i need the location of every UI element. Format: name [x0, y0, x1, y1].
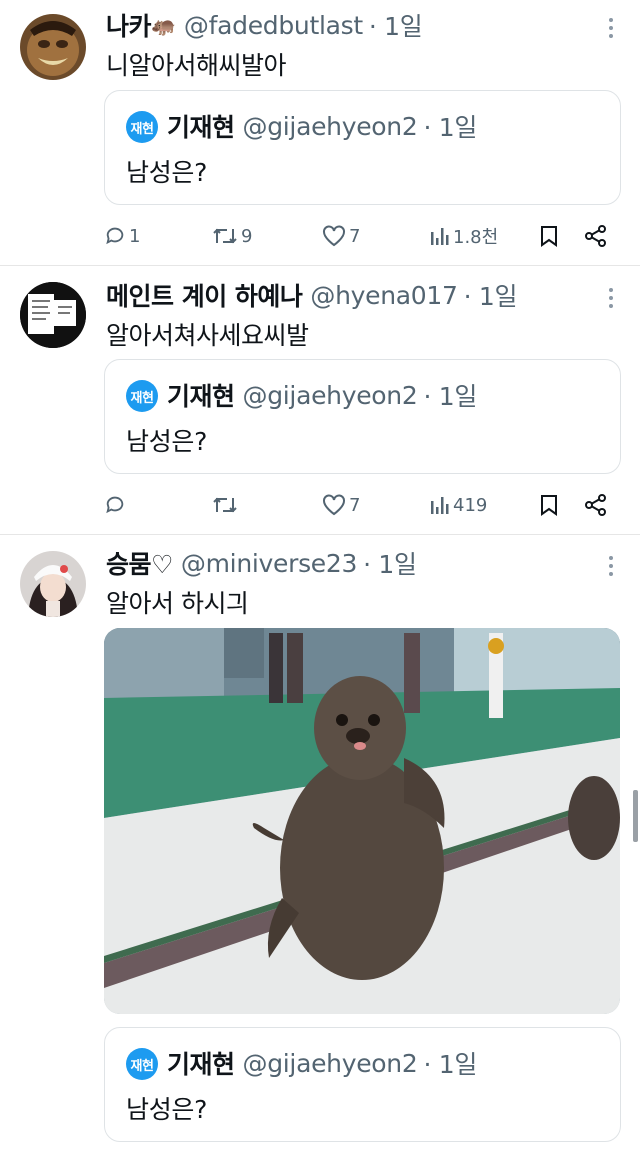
tweet-header: 메인트 계이 하예나 @hyena017 · 1일: [106, 277, 518, 313]
action-bar: 7 419: [104, 490, 614, 520]
action-bar: 1 9 7 1.8천: [104, 221, 614, 251]
quote-timestamp: · 1일: [423, 1050, 478, 1079]
share-button[interactable]: [584, 490, 608, 520]
timestamp[interactable]: · 1일: [363, 545, 417, 581]
seal-photo: [104, 628, 620, 1014]
reply-icon: [106, 496, 124, 514]
quote-timestamp: · 1일: [423, 382, 478, 411]
quote-text: 남성은?: [126, 158, 208, 187]
bookmark-button[interactable]: [540, 221, 558, 251]
avatar[interactable]: [20, 551, 86, 617]
quote-text: 남성은?: [126, 427, 208, 456]
views-button[interactable]: 419: [430, 490, 487, 520]
retweet-count: 9: [241, 225, 253, 247]
quote-handle: @gijaehyeon2: [242, 380, 418, 410]
bookmark-icon: [541, 495, 557, 516]
display-name[interactable]: 나카: [106, 7, 152, 43]
quote-tweet[interactable]: 재현 기재현 @gijaehyeon2 · 1일 남성은?: [104, 359, 621, 474]
quote-display-name: 기재현: [167, 1050, 235, 1079]
reply-count: 1: [129, 225, 141, 247]
tweet-header: 승뭄♡ @miniverse23 · 1일: [106, 546, 417, 580]
display-name[interactable]: 승뭄♡: [106, 545, 173, 581]
quote-display-name: 기재현: [167, 382, 235, 411]
user-handle[interactable]: @hyena017: [310, 281, 458, 310]
timestamp[interactable]: · 1일: [369, 7, 423, 43]
avatar[interactable]: [20, 282, 86, 348]
views-count: 419: [453, 494, 488, 516]
retweet-button[interactable]: 9: [212, 221, 252, 251]
quote-display-name: 기재현: [167, 113, 235, 142]
user-handle[interactable]: @miniverse23: [181, 549, 357, 578]
quote-handle: @gijaehyeon2: [242, 1048, 418, 1078]
share-button[interactable]: [584, 221, 608, 251]
tweet-2[interactable]: 메인트 계이 하예나 @hyena017 · 1일 알아서쳐사세요씨발 재현 기…: [0, 266, 640, 534]
quote-avatar: 재현: [126, 380, 158, 412]
views-count: 1.8천: [453, 227, 499, 248]
views-icon: [431, 497, 449, 514]
quote-handle: @gijaehyeon2: [242, 111, 418, 141]
views-icon: [431, 228, 449, 245]
retweet-icon: [213, 497, 237, 513]
quote-tweet[interactable]: 재현 기재현 @gijaehyeon2 · 1일 남성은?: [104, 90, 621, 205]
scrollbar[interactable]: [633, 790, 638, 842]
like-count: 7: [349, 225, 361, 247]
heart-icon: [323, 225, 345, 247]
timestamp[interactable]: · 1일: [464, 277, 518, 313]
more-icon[interactable]: [608, 18, 614, 38]
reply-button[interactable]: [104, 490, 129, 520]
like-button[interactable]: 7: [322, 221, 360, 251]
user-handle[interactable]: @fadedbutlast: [184, 11, 363, 40]
reply-icon: [106, 227, 124, 245]
tweet-header: 나카 🦛 @fadedbutlast · 1일: [106, 7, 423, 43]
tweet-1[interactable]: 나카 🦛 @fadedbutlast · 1일 니알아서해씨발아 재현 기재현 …: [0, 0, 640, 265]
quote-timestamp: · 1일: [423, 113, 478, 142]
retweet-button[interactable]: [212, 490, 241, 520]
tweet-text: 알아서 하시긔: [106, 589, 249, 618]
more-icon[interactable]: [608, 288, 614, 308]
quote-avatar: 재현: [126, 1048, 158, 1080]
quote-text: 남성은?: [126, 1095, 208, 1124]
tweet-text: 니알아서해씨발아: [106, 51, 287, 80]
share-icon: [585, 494, 606, 516]
like-button[interactable]: 7: [322, 490, 360, 520]
hippo-emoji: 🦛: [151, 13, 176, 37]
bookmark-button[interactable]: [540, 490, 558, 520]
reply-button[interactable]: 1: [104, 221, 140, 251]
views-button[interactable]: 1.8천: [430, 221, 498, 251]
more-icon[interactable]: [608, 556, 614, 576]
tweet-text: 알아서쳐사세요씨발: [106, 321, 309, 350]
tweet-photo[interactable]: [104, 628, 620, 1014]
share-icon: [585, 225, 606, 247]
like-count: 7: [349, 494, 361, 516]
quote-avatar: 재현: [126, 111, 158, 143]
display-name[interactable]: 메인트 계이 하예나: [106, 277, 303, 313]
quote-tweet[interactable]: 재현 기재현 @gijaehyeon2 · 1일 남성은?: [104, 1027, 621, 1142]
retweet-icon: [213, 228, 237, 244]
avatar[interactable]: [20, 14, 86, 80]
heart-icon: [323, 494, 345, 516]
bookmark-icon: [541, 226, 557, 247]
